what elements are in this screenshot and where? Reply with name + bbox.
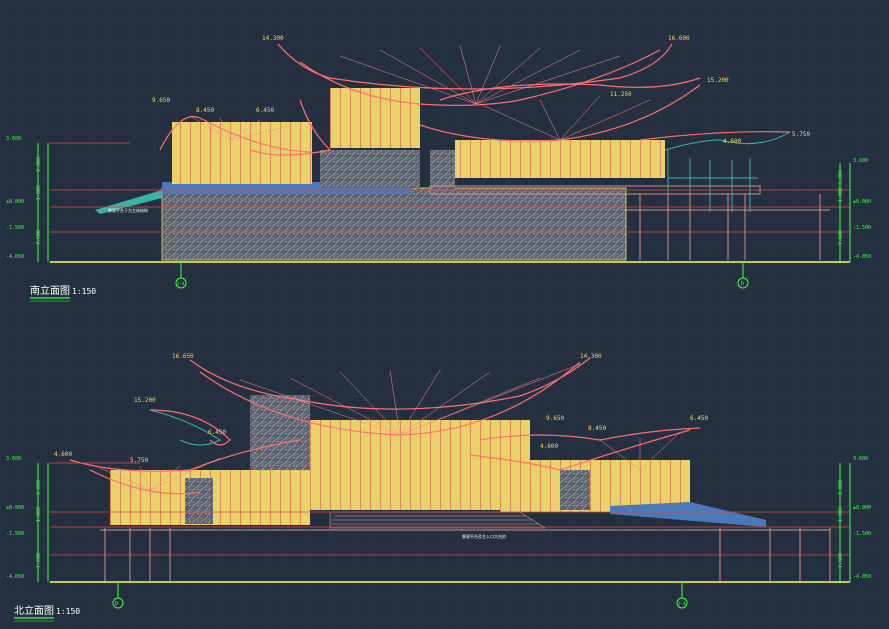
elev-label: 4.600 xyxy=(54,451,72,458)
axis-label: D xyxy=(741,281,744,287)
level-mark: 3.600 xyxy=(6,136,21,142)
elev-label: 4.600 xyxy=(723,138,741,145)
dim-value: 3.800 xyxy=(36,480,42,495)
dim-value: 3.800 xyxy=(36,157,42,172)
dim-value: 1.000 xyxy=(36,185,42,200)
left-stone-pier xyxy=(185,478,213,524)
level-mark: -1.500 xyxy=(853,225,871,231)
level-mark: ±0.000 xyxy=(853,199,871,205)
main-steps xyxy=(329,511,547,529)
left-pavilion-facade xyxy=(172,122,312,184)
elev-label: 5.750 xyxy=(792,131,810,138)
note-text: 景观平台及主入口大台阶 xyxy=(462,533,506,539)
main-hall-stone xyxy=(320,150,420,188)
elev-label: 16.650 xyxy=(172,353,194,360)
level-mark: -4.050 xyxy=(853,254,871,260)
elev-label: 9.650 xyxy=(152,97,170,104)
level-mark: -4.050 xyxy=(6,574,24,580)
elev-label: 14.300 xyxy=(580,353,602,360)
level-mark: ±0.000 xyxy=(6,199,24,205)
right-wing-facade xyxy=(455,140,665,178)
axis-label: 1-4 xyxy=(177,281,185,286)
main-hall-facade xyxy=(300,420,530,510)
elev-label: 6.450 xyxy=(256,107,274,114)
dim-value: 7.600 xyxy=(36,230,42,245)
level-mark: -4.050 xyxy=(853,574,871,580)
right-stone-pier xyxy=(430,150,455,190)
elev-label: 11.250 xyxy=(610,91,632,98)
elev-label: 6.450 xyxy=(690,415,708,422)
elev-label: 6.450 xyxy=(208,429,226,436)
level-mark: ±0.000 xyxy=(6,505,24,511)
level-mark: -1.500 xyxy=(6,225,24,231)
drawing-title: 南立面图 xyxy=(30,284,70,297)
level-mark: 3.600 xyxy=(6,456,21,462)
dim-value: 1.000 xyxy=(838,187,844,202)
note-text: 景观平台下为主体结构 xyxy=(108,207,148,213)
dim-value: 3.800 xyxy=(838,170,844,185)
cad-drawing-canvas[interactable]: 14.300 16.600 15.200 11.250 9.650 8.450 … xyxy=(0,0,889,625)
level-mark: -4.050 xyxy=(6,254,24,260)
drawing-title: 北立面图 xyxy=(14,604,54,617)
right-stone-pier xyxy=(560,470,590,510)
level-mark: -1.500 xyxy=(853,531,871,537)
level-mark: ±0.000 xyxy=(853,505,871,511)
axis-label: 1-4 xyxy=(678,601,686,606)
axis-label: D xyxy=(115,601,118,607)
elev-label: 16.600 xyxy=(668,35,690,42)
elev-label: 8.450 xyxy=(196,107,214,114)
dim-value: 7.600 xyxy=(838,553,844,568)
dim-value: 7.600 xyxy=(838,230,844,245)
level-mark: -1.500 xyxy=(6,531,24,537)
elev-label: 15.200 xyxy=(707,77,729,84)
elev-label: 9.650 xyxy=(546,415,564,422)
dim-value: 3.800 xyxy=(838,480,844,495)
drawing-scale: 1:150 xyxy=(56,607,80,616)
dim-value: 1.000 xyxy=(36,507,42,522)
cad-model-space[interactable]: 14.300 16.600 15.200 11.250 9.650 8.450 … xyxy=(0,0,889,625)
elev-label: 5.750 xyxy=(130,457,148,464)
elev-label: 14.300 xyxy=(262,35,284,42)
elev-label: 15.200 xyxy=(134,397,156,404)
dim-value: 7.600 xyxy=(36,553,42,568)
elev-label: 8.450 xyxy=(588,425,606,432)
drawing-scale: 1:150 xyxy=(72,287,96,296)
stone-base xyxy=(161,187,627,261)
elev-label: 4.600 xyxy=(540,443,558,450)
dim-value: 1.000 xyxy=(838,507,844,522)
background-grid xyxy=(0,0,889,625)
level-mark: 3.600 xyxy=(853,158,868,164)
level-mark: 3.600 xyxy=(853,456,868,462)
